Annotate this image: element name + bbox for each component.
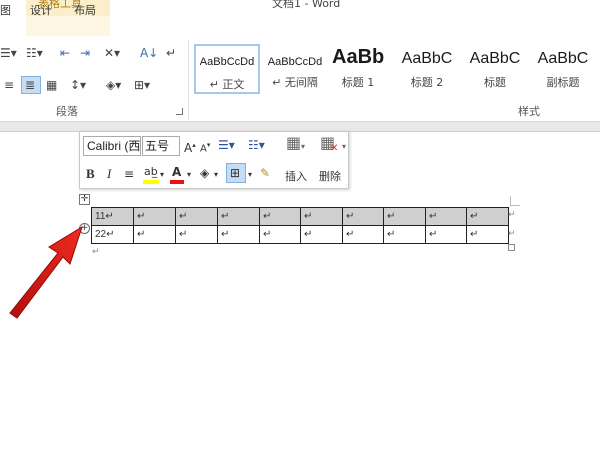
bold-icon[interactable]: B xyxy=(86,167,95,181)
table-move-icon[interactable]: ✛ xyxy=(79,194,90,205)
table-row: 11↵ ↵ ↵ ↵ ↵ ↵ ↵ ↵ ↵ ↵ xyxy=(91,207,509,226)
table-cell[interactable]: ↵ xyxy=(383,225,426,244)
style-heading-2[interactable]: AaBbC 标题 2 xyxy=(394,44,460,94)
table-resize-handle[interactable] xyxy=(508,244,515,251)
style-heading-1[interactable]: AaBb 标题 1 xyxy=(328,44,388,94)
borders-dropdown-icon[interactable]: ▾ xyxy=(248,168,252,182)
borders-icon[interactable]: ⊞▾ xyxy=(134,78,150,92)
red-arrow-icon xyxy=(9,225,83,319)
show-marks-icon[interactable]: ↵ xyxy=(166,46,176,60)
table-cell[interactable]: ↵ xyxy=(466,207,509,226)
table-cell[interactable]: ↵ xyxy=(300,225,343,244)
table-cell[interactable]: ↵ xyxy=(175,207,218,226)
table-cell[interactable]: ↵ xyxy=(175,225,218,244)
font-color-dropdown-icon[interactable]: ▾ xyxy=(187,168,191,182)
styles-group-label: 样式 xyxy=(518,105,540,118)
decrease-indent-icon[interactable]: ⇤ xyxy=(60,46,70,60)
style-subtitle-sample: AaBbC xyxy=(537,50,589,67)
shading-bucket-icon[interactable]: ◈ xyxy=(200,166,209,180)
mini-borders-icon[interactable]: ⊞ xyxy=(230,166,240,180)
table-cell[interactable]: ↵ xyxy=(259,207,301,226)
tab-layout[interactable]: 布局 xyxy=(74,2,96,18)
insert-label[interactable]: 插入 xyxy=(285,168,307,184)
delete-dropdown-icon[interactable]: ▾ xyxy=(342,140,346,154)
table-cell[interactable]: ↵ xyxy=(133,207,176,226)
font-name-box[interactable]: Calibri (西 xyxy=(83,136,141,156)
table-cell[interactable]: ↵ xyxy=(217,225,260,244)
style-subtitle-name: 副标题 xyxy=(546,76,580,89)
align-right-icon[interactable]: ≡ xyxy=(4,78,14,92)
bullets-icon[interactable]: ☰▾ xyxy=(0,46,17,60)
style-heading-1-name: 标题 1 xyxy=(341,76,375,89)
format-painter-icon[interactable]: ✎ xyxy=(260,166,270,180)
style-no-spacing-sample: AaBbCcDd xyxy=(267,56,323,68)
chinese-layout-icon[interactable]: ✕▾ xyxy=(104,46,120,60)
font-size-box[interactable]: 五号 xyxy=(142,136,180,156)
table-cell[interactable]: ↵ xyxy=(342,207,384,226)
distributed-icon[interactable]: ▦ xyxy=(46,78,57,92)
shading-icon[interactable]: ◈▾ xyxy=(106,78,121,92)
grow-font-icon[interactable]: A▴ xyxy=(184,138,196,155)
table-cell[interactable]: ↵ xyxy=(342,225,384,244)
delete-label[interactable]: 删除 xyxy=(319,168,341,184)
group-separator xyxy=(188,40,189,120)
paragraph-group-label: 段落 xyxy=(56,105,78,118)
highlight-dropdown-icon[interactable]: ▾ xyxy=(160,168,164,182)
style-normal-sample: AaBbCcDd xyxy=(199,56,255,68)
table-cell[interactable]: ↵ xyxy=(425,207,467,226)
window-title: 文档1 - Word xyxy=(272,0,341,10)
insert-dropdown-icon[interactable]: ▾ xyxy=(301,140,305,154)
table-cell[interactable]: ↵ xyxy=(133,225,176,244)
sort-icon[interactable]: A↓ xyxy=(140,46,158,60)
highlight-icon[interactable]: ab̲ xyxy=(144,165,158,179)
table-cell[interactable]: ↵ xyxy=(425,225,467,244)
style-normal[interactable]: AaBbCcDd ↵ 正文 xyxy=(194,44,260,94)
word-window: 表格工具 文档1 - Word 图 设计 布局 ☰▾ ☷▾ ⇤ ⇥ ✕▾ A↓ … xyxy=(0,0,600,450)
table-cell[interactable]: ↵ xyxy=(300,207,343,226)
mini-numbering-icon[interactable]: ☷▾ xyxy=(248,138,265,152)
row-end-mark: ↵ xyxy=(508,210,516,220)
style-no-spacing[interactable]: AaBbCcDd ↵ 无间隔 xyxy=(262,44,328,94)
table-cell[interactable]: ↵ xyxy=(259,225,301,244)
table-cell[interactable]: ↵ xyxy=(466,225,509,244)
style-subtitle[interactable]: AaBbC 副标题 xyxy=(530,44,596,94)
line-spacing-icon[interactable]: ↕▾ xyxy=(70,78,86,92)
mini-bullets-icon[interactable]: ☰▾ xyxy=(218,138,235,152)
paragraph-launcher-icon[interactable] xyxy=(176,108,183,115)
delete-x-icon: ✕ xyxy=(330,143,339,154)
row-end-mark: ↵ xyxy=(508,229,516,239)
tab-design[interactable]: 设计 xyxy=(30,2,52,18)
table-cell[interactable]: ↵ xyxy=(383,207,426,226)
shading-dropdown-icon[interactable]: ▾ xyxy=(214,168,218,182)
insert-table-icon[interactable]: ▦ xyxy=(286,135,301,151)
style-title[interactable]: AaBbC 标题 xyxy=(462,44,528,94)
style-title-name: 标题 xyxy=(484,76,506,89)
tab-view[interactable]: 图 xyxy=(0,2,11,18)
style-heading-2-sample: AaBbC xyxy=(401,50,453,67)
font-color-bar xyxy=(170,180,184,184)
center-align-icon[interactable]: ≡ xyxy=(124,167,134,181)
style-title-sample: AaBbC xyxy=(469,50,521,67)
font-color-icon[interactable]: A xyxy=(172,165,181,179)
style-no-spacing-name: ↵ 无间隔 xyxy=(272,76,318,89)
table-cell[interactable]: ↵ xyxy=(217,207,260,226)
margin-corner-right xyxy=(510,196,520,206)
highlight-color-bar xyxy=(143,180,159,184)
justify-icon[interactable]: ≣ xyxy=(25,78,35,92)
shrink-font-icon[interactable]: A▾ xyxy=(200,138,210,156)
table-row: 22↵ ↵ ↵ ↵ ↵ ↵ ↵ ↵ ↵ ↵ xyxy=(91,225,509,244)
style-normal-name: ↵ 正文 xyxy=(209,78,245,91)
style-heading-2-name: 标题 2 xyxy=(410,76,444,89)
mini-toolbar: Calibri (西 五号 A▴ A▾ ☰▾ ☷▾ ▦ ▾ ▦ ✕ ▾ B I … xyxy=(79,131,349,189)
style-heading-1-sample: AaBb xyxy=(332,46,385,68)
table-tools-tabs-background xyxy=(26,16,110,36)
increase-indent-icon[interactable]: ⇥ xyxy=(80,46,90,60)
document-table[interactable]: 11↵ ↵ ↵ ↵ ↵ ↵ ↵ ↵ ↵ ↵ 22↵ ↵ ↵ ↵ ↵ ↵ ↵ ↵ … xyxy=(91,207,509,244)
italic-icon[interactable]: I xyxy=(107,167,111,181)
numbering-icon[interactable]: ☷▾ xyxy=(26,46,43,60)
